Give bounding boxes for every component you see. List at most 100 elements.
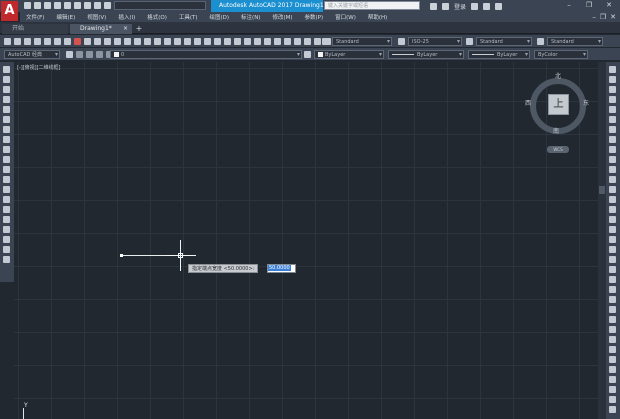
paste-icon[interactable] [94, 38, 101, 45]
new-file-icon[interactable] [24, 2, 31, 9]
menu-modify[interactable]: 修改(M) [272, 13, 292, 21]
dimension-radius-icon[interactable] [609, 286, 616, 293]
continue-icon[interactable] [609, 336, 616, 343]
jogged-icon[interactable] [609, 376, 616, 383]
menu-file[interactable]: 文件(F) [26, 13, 44, 21]
make-block-icon[interactable] [3, 186, 10, 193]
erase-icon[interactable] [609, 66, 616, 73]
sheet-set-icon[interactable] [214, 38, 221, 45]
line-icon[interactable] [3, 66, 10, 73]
doc-minimize-icon[interactable]: – [592, 13, 596, 21]
menu-tools[interactable]: 工具(T) [179, 13, 198, 21]
maximize-icon[interactable]: ❐ [580, 1, 598, 10]
construction-line-icon[interactable] [3, 76, 10, 83]
qnew-icon[interactable] [4, 38, 11, 45]
search-icon[interactable] [430, 3, 437, 10]
table-style-select[interactable]: Standard [476, 37, 532, 46]
menu-draw[interactable]: 绘图(D) [210, 13, 230, 21]
dynamic-input-field[interactable]: 50.0000 [267, 264, 296, 273]
redo-icon[interactable] [94, 2, 101, 9]
extend-icon[interactable] [609, 166, 616, 173]
quick-dimension-icon[interactable] [609, 316, 616, 323]
scale-icon[interactable] [609, 136, 616, 143]
redo-icon[interactable] [134, 38, 141, 45]
tab-drawing1[interactable]: Drawing1* × [70, 24, 132, 34]
inspection-icon[interactable] [609, 366, 616, 373]
compass-east[interactable]: 东 [583, 98, 589, 107]
extra-7-icon[interactable] [314, 38, 321, 45]
layer-lock-icon[interactable] [96, 51, 103, 58]
table-icon[interactable] [3, 236, 10, 243]
publish-icon[interactable] [54, 38, 61, 45]
plot-icon[interactable] [64, 2, 71, 9]
menu-edit[interactable]: 编辑(E) [56, 13, 75, 21]
menu-help[interactable]: 帮助(H) [368, 13, 387, 21]
extra-5-icon[interactable] [294, 38, 301, 45]
polygon-icon[interactable] [3, 96, 10, 103]
copy-icon[interactable] [84, 38, 91, 45]
vertical-scrollbar[interactable] [598, 62, 606, 419]
viewport-controls[interactable]: [-][俯视][二维线框] [17, 64, 61, 71]
dim-style-icon[interactable] [398, 38, 405, 45]
menu-parametric[interactable]: 参数(P) [305, 13, 324, 21]
pan-icon[interactable] [144, 38, 151, 45]
array-icon[interactable] [609, 106, 616, 113]
user-icon[interactable] [442, 3, 449, 10]
chamfer-icon[interactable] [609, 206, 616, 213]
menu-dimension[interactable]: 标注(N) [241, 13, 260, 21]
layer-freeze-icon[interactable] [86, 51, 93, 58]
circle-icon[interactable] [3, 126, 10, 133]
doc-restore-icon[interactable]: ❐ [600, 13, 606, 21]
offset-icon[interactable] [609, 96, 616, 103]
explode-icon[interactable] [609, 236, 616, 243]
break-at-point-icon[interactable] [609, 176, 616, 183]
dim-style-select[interactable]: ISO-25 [408, 37, 462, 46]
compass-west[interactable]: 西 [525, 98, 531, 107]
add-selected-icon[interactable] [3, 256, 10, 263]
polyline-icon[interactable] [3, 86, 10, 93]
zoom-previous-icon[interactable] [174, 38, 181, 45]
menu-format[interactable]: 格式(O) [147, 13, 167, 21]
tab-start[interactable]: 开始 [2, 24, 68, 34]
dimension-ordinate-icon[interactable] [609, 276, 616, 283]
save-icon[interactable] [24, 38, 31, 45]
lineweight-select[interactable]: ByLayer [468, 50, 530, 59]
compass-south[interactable]: 南 [553, 126, 559, 135]
blend-icon[interactable] [609, 226, 616, 233]
preview-icon[interactable] [44, 38, 51, 45]
linetype-select[interactable]: ByLayer [388, 50, 464, 59]
close-icon[interactable]: × [123, 24, 128, 34]
text-style-select[interactable]: Standard [332, 37, 392, 46]
break-icon[interactable] [609, 186, 616, 193]
dimension-linear-icon[interactable] [609, 246, 616, 253]
dimension-aligned-icon[interactable] [609, 256, 616, 263]
plotstyle-select[interactable]: ByColor [534, 50, 588, 59]
move-icon[interactable] [609, 116, 616, 123]
color-select[interactable]: ByLayer [314, 50, 384, 59]
exchange-icon[interactable] [483, 3, 491, 10]
join-icon[interactable] [609, 196, 616, 203]
workspace-switcher[interactable] [114, 1, 206, 10]
dimension-arc-icon[interactable] [609, 266, 616, 273]
new-tab-button[interactable]: + [134, 24, 144, 34]
zoom-realtime-icon[interactable] [154, 38, 161, 45]
stretch-icon[interactable] [609, 146, 616, 153]
markup-icon[interactable] [224, 38, 231, 45]
cut-icon[interactable] [74, 38, 81, 45]
menu-window[interactable]: 窗口(W) [335, 13, 356, 21]
tolerance-icon[interactable] [609, 346, 616, 353]
dim-edit-icon[interactable] [609, 386, 616, 393]
workspace-select[interactable]: AutoCAD 经典 [4, 50, 60, 59]
dimension-diameter-icon[interactable] [609, 296, 616, 303]
save-icon[interactable] [44, 2, 51, 9]
zoom-window-icon[interactable] [164, 38, 171, 45]
center-mark-icon[interactable] [609, 356, 616, 363]
dropdown-icon[interactable] [104, 2, 111, 9]
tool-palettes-icon[interactable] [204, 38, 211, 45]
extra-2-icon[interactable] [264, 38, 271, 45]
gradient-icon[interactable] [3, 216, 10, 223]
multileader-style-select[interactable]: Standard [547, 37, 603, 46]
undo-icon[interactable] [84, 2, 91, 9]
make-current-layer-icon[interactable] [304, 51, 311, 58]
properties-icon[interactable] [184, 38, 191, 45]
